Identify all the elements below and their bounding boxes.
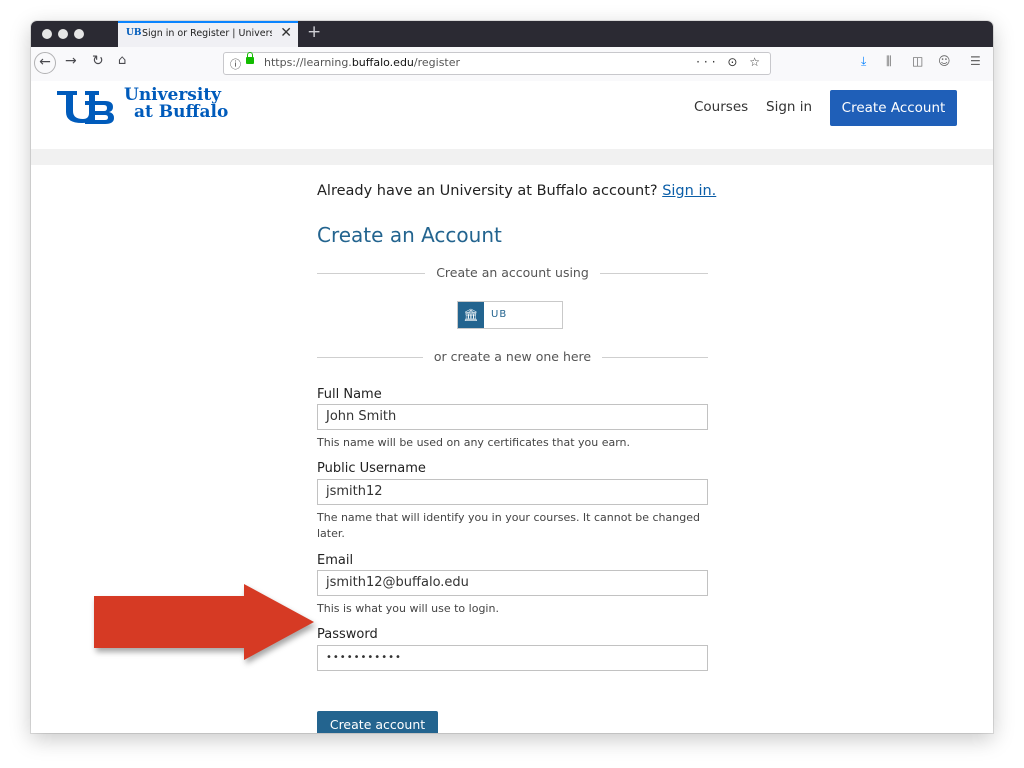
ub-logo-icon[interactable] bbox=[55, 89, 115, 125]
full-name-label: Full Name bbox=[317, 387, 382, 402]
divider-create-using: Create an account using bbox=[317, 265, 708, 281]
email-label: Email bbox=[317, 553, 354, 568]
create-account-submit-button[interactable]: Create account bbox=[317, 711, 438, 733]
minimize-window-dot[interactable] bbox=[58, 29, 68, 39]
new-tab-icon[interactable]: + bbox=[307, 22, 321, 42]
signin-link[interactable]: Sign in. bbox=[662, 183, 716, 199]
already-have-account-text: Already have an University at Buffalo ac… bbox=[317, 183, 717, 199]
account-icon[interactable]: ☺ bbox=[938, 54, 951, 68]
site-header: University at Buffalo Courses Sign in Cr… bbox=[31, 81, 993, 149]
institution-icon: 🏛 bbox=[458, 302, 484, 328]
ub-favicon-icon: UB bbox=[126, 28, 142, 38]
forward-arrow-icon[interactable]: → bbox=[65, 53, 77, 69]
nav-signin-link[interactable]: Sign in bbox=[766, 99, 812, 115]
browser-toolbar: ← → ↻ ⌂ ⓘ https://learning.buffalo.edu/r… bbox=[31, 47, 993, 82]
username-input[interactable]: jsmith12 bbox=[317, 479, 708, 505]
tab-strip: UB Sign in or Register | University at B… bbox=[31, 21, 993, 47]
provider-label: UB bbox=[491, 309, 508, 320]
menu-hamburger-icon[interactable]: ☰ bbox=[970, 54, 981, 68]
header-separator-band bbox=[31, 149, 993, 165]
url-text[interactable]: https://learning.buffalo.edu/register bbox=[264, 56, 460, 69]
library-icon[interactable]: ⫼ bbox=[886, 54, 892, 69]
close-tab-icon[interactable]: ✕ bbox=[280, 25, 292, 41]
ub-provider-button[interactable]: 🏛 UB bbox=[457, 301, 563, 329]
close-window-dot[interactable] bbox=[42, 29, 52, 39]
browser-tab-active[interactable]: UB Sign in or Register | University at B… bbox=[118, 21, 298, 47]
downloads-icon[interactable]: ⤓ bbox=[861, 54, 866, 69]
sidebar-icon[interactable]: ◫ bbox=[912, 54, 923, 68]
back-arrow-icon[interactable]: ← bbox=[34, 52, 56, 74]
home-icon[interactable]: ⌂ bbox=[118, 53, 126, 68]
url-bar[interactable]: ⓘ https://learning.buffalo.edu/register … bbox=[223, 52, 771, 75]
divider-create-new: or create a new one here bbox=[317, 349, 708, 365]
username-help: The name that will identify you in your … bbox=[317, 511, 700, 540]
full-name-help: This name will be used on any certificat… bbox=[317, 436, 631, 449]
email-input[interactable]: jsmith12@buffalo.edu bbox=[317, 570, 708, 596]
info-icon[interactable]: ⓘ bbox=[230, 56, 241, 72]
password-label: Password bbox=[317, 627, 378, 642]
logo-wordmark[interactable]: University at Buffalo bbox=[124, 87, 228, 121]
password-input[interactable]: ••••••••••• bbox=[317, 645, 708, 671]
zoom-window-dot[interactable] bbox=[74, 29, 84, 39]
nav-courses-link[interactable]: Courses bbox=[694, 99, 748, 115]
reload-icon[interactable]: ↻ bbox=[92, 53, 104, 69]
lock-icon bbox=[246, 52, 254, 64]
create-account-nav-button[interactable]: Create Account bbox=[830, 90, 957, 126]
username-label: Public Username bbox=[317, 461, 426, 476]
page-actions-icons[interactable]: ··· ⊙ ☆ bbox=[696, 55, 764, 69]
full-name-input[interactable]: John Smith bbox=[317, 404, 708, 430]
right-arrow-annotation-icon bbox=[94, 584, 314, 660]
page-title: Create an Account bbox=[317, 223, 502, 247]
email-help: This is what you will use to login. bbox=[317, 602, 499, 615]
tab-title: Sign in or Register | University at Buff… bbox=[142, 28, 272, 39]
